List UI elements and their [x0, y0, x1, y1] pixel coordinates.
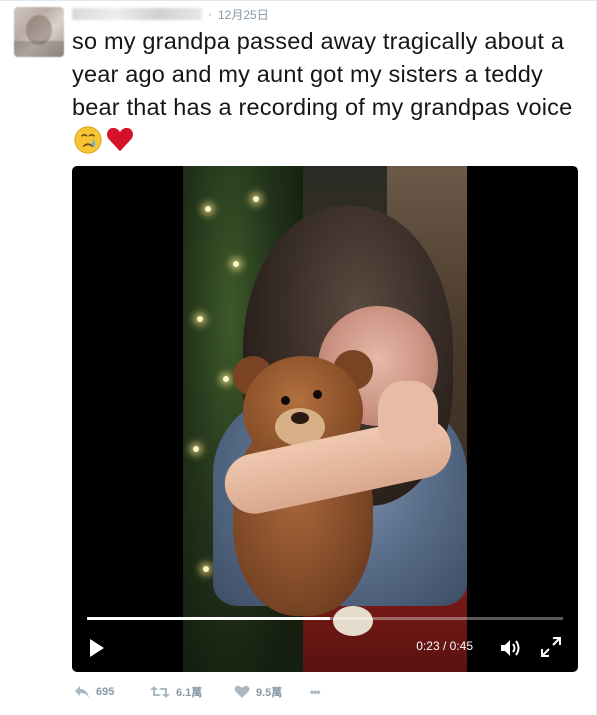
video-player[interactable]: 0:23 / 0:45 — [72, 166, 578, 672]
retweet-count: 6.1萬 — [176, 687, 203, 699]
girl-hand — [378, 381, 438, 451]
heart-icon — [234, 685, 250, 698]
like-count: 9.5萬 — [256, 687, 283, 699]
avatar[interactable] — [14, 7, 64, 57]
video-frame — [183, 166, 467, 672]
reply-icon — [75, 686, 89, 698]
tweet-header: · 12月25日 — [72, 5, 269, 23]
tweet-text-body: so my grandpa passed away tragically abo… — [72, 28, 573, 120]
crying-face-icon — [74, 126, 102, 154]
fullscreen-icon[interactable] — [540, 636, 562, 658]
tweet-actions: 695 6.1萬 9.5萬 ••• — [74, 683, 321, 701]
header-separator: · — [208, 7, 212, 21]
more-icon: ••• — [310, 685, 321, 699]
more-button[interactable]: ••• — [310, 685, 321, 699]
video-progress-fill — [87, 617, 330, 620]
reply-button[interactable]: 695 — [74, 685, 150, 699]
retweet-button[interactable]: 6.1萬 — [150, 684, 234, 700]
reply-count: 695 — [96, 686, 115, 698]
tweet-text: so my grandpa passed away tragically abo… — [72, 25, 584, 157]
tweet-date[interactable]: 12月25日 — [218, 6, 269, 23]
play-icon[interactable] — [84, 636, 108, 660]
volume-icon[interactable] — [498, 636, 522, 660]
tweet-card: · 12月25日 so my grandpa passed away tragi… — [0, 0, 597, 715]
like-button[interactable]: 9.5萬 — [234, 684, 310, 700]
retweet-icon — [150, 686, 170, 698]
redacted-username[interactable] — [72, 8, 202, 20]
video-time: 0:23 / 0:45 — [416, 639, 473, 653]
red-heart-icon — [107, 127, 133, 152]
video-progress-bar[interactable] — [87, 617, 563, 620]
